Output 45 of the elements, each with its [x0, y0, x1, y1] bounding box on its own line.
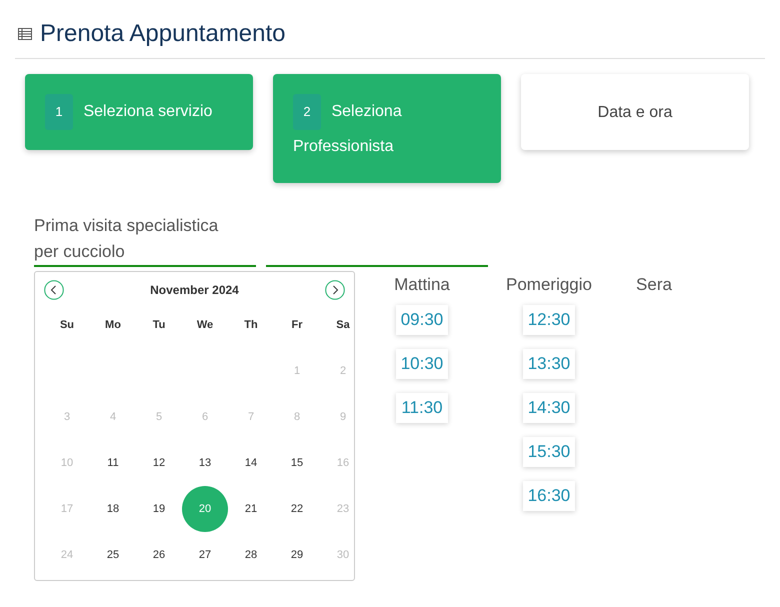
calendar-day[interactable]: 28	[228, 532, 274, 578]
weekday-label: Fr	[290, 318, 304, 333]
step-number: 2	[293, 94, 321, 130]
page-title: Prenota Appuntamento	[40, 20, 286, 48]
calendar-day[interactable]: 20	[182, 486, 228, 532]
calendar-day[interactable]: 13	[182, 440, 228, 486]
calendar-day[interactable]: 29	[274, 532, 320, 578]
calendar-day[interactable]: 21	[228, 486, 274, 532]
calendar-day[interactable]: 25	[90, 532, 136, 578]
time-period-heading: Sera	[636, 275, 672, 295]
next-month-icon[interactable]	[325, 280, 345, 300]
service-field[interactable]: Prima visita specialistica per cucciolo	[34, 213, 256, 267]
prev-month-icon[interactable]	[44, 280, 64, 300]
weekday-label: Su	[58, 318, 76, 333]
weekday-label: Mo	[104, 318, 122, 333]
weekday-label: We	[196, 318, 214, 333]
time-slot-button[interactable]: 11:30	[396, 393, 448, 423]
time-slot-button[interactable]: 10:30	[396, 349, 448, 379]
weekday-label: Sa	[335, 318, 351, 333]
time-slot-button[interactable]: 13:30	[522, 349, 576, 379]
time-slot-button[interactable]: 12:30	[522, 305, 576, 335]
calendar-day[interactable]: 12	[136, 440, 182, 486]
time-slot-button[interactable]: 16:30	[522, 481, 576, 511]
time-period-heading: Mattina	[394, 275, 450, 295]
time-period-heading: Pomeriggio	[506, 275, 592, 295]
professional-field[interactable]	[266, 263, 488, 267]
calendar-day[interactable]: 27	[182, 532, 228, 578]
calendar-day[interactable]: 22	[274, 486, 320, 532]
weekday-label: Th	[243, 318, 259, 333]
calendar-day[interactable]: 26	[136, 532, 182, 578]
time-slot-button[interactable]: 15:30	[522, 437, 576, 467]
month-label: November 2024	[150, 283, 239, 297]
weekday-label: Tu	[152, 318, 166, 333]
calendar-day[interactable]: 15	[274, 440, 320, 486]
step-card[interactable]: 2 Seleziona Professionista	[273, 74, 501, 183]
time-slot-button[interactable]: 14:30	[522, 393, 576, 423]
calendar-day[interactable]: 14	[228, 440, 274, 486]
time-slot-button[interactable]: 09:30	[396, 305, 448, 335]
calendar-day[interactable]: 11	[90, 440, 136, 486]
step-card[interactable]: 1 Seleziona servizio	[25, 74, 253, 150]
calendar-day[interactable]: 18	[90, 486, 136, 532]
step-card[interactable]: Data e ora	[521, 74, 749, 150]
calendar-day[interactable]: 19	[136, 486, 182, 532]
step-number: 1	[45, 94, 73, 130]
table-icon	[18, 28, 32, 40]
